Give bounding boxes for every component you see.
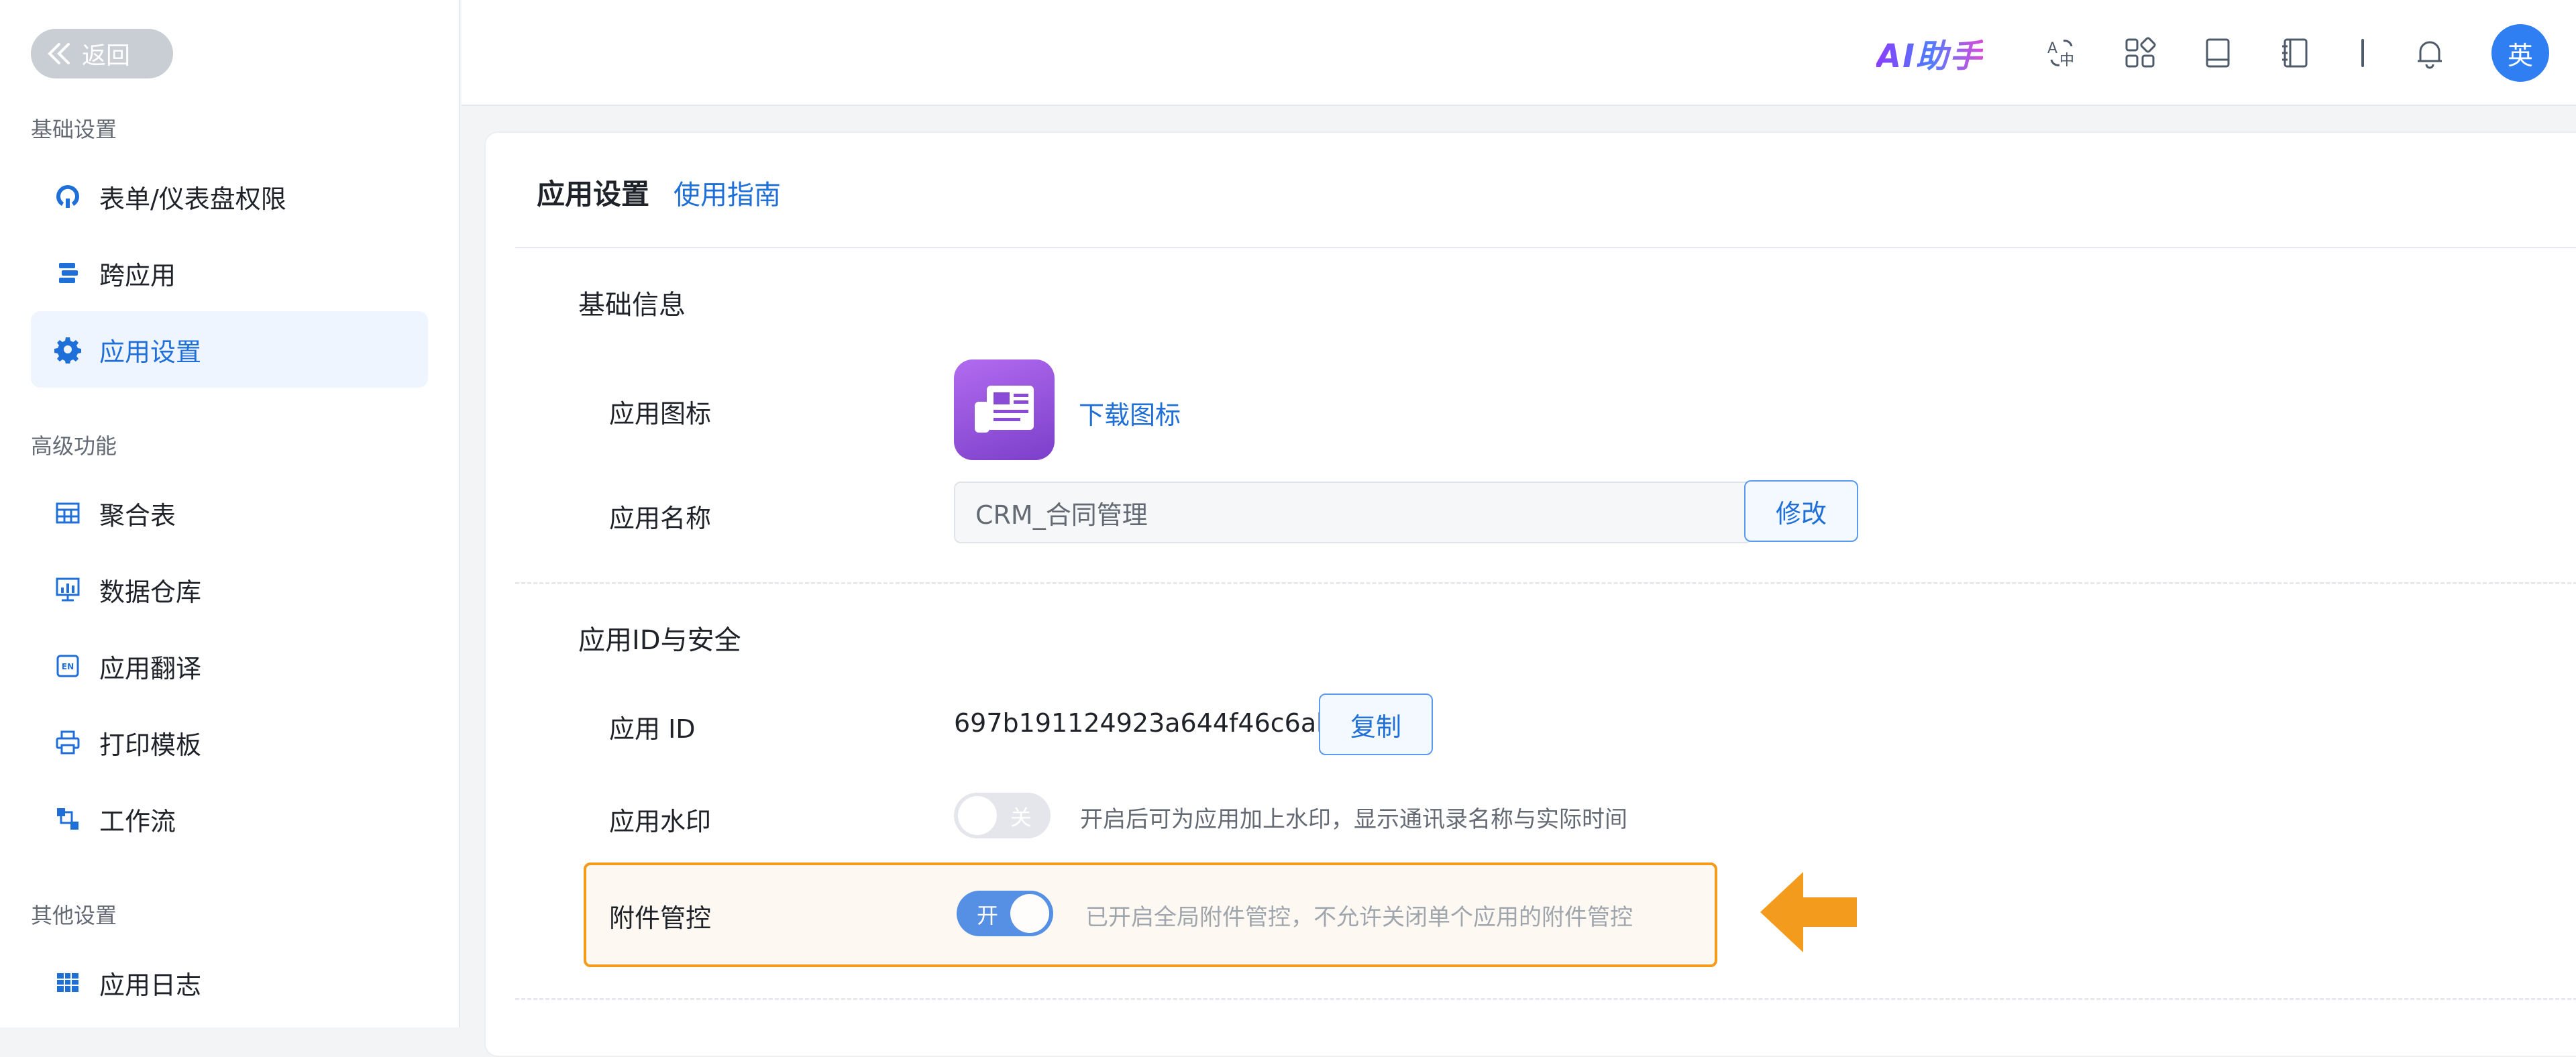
page-title: 应用设置	[537, 172, 649, 213]
sidebar-item-print-template[interactable]: 打印模板	[31, 704, 428, 781]
translate-en-icon: EN	[54, 652, 82, 680]
sidebar-item-cross-app[interactable]: 跨应用	[31, 235, 428, 311]
attachment-control-toggle[interactable]: 开	[957, 891, 1053, 936]
notebook-icon	[2278, 36, 2313, 70]
sidebar-item-label: 应用日志	[99, 964, 201, 1001]
toggle-knob	[1010, 894, 1049, 933]
app-name-input[interactable]	[954, 482, 1752, 543]
printer-icon	[54, 728, 82, 757]
group-title-basic: 基础设置	[31, 113, 117, 144]
svg-text:EN: EN	[62, 662, 74, 671]
newspaper-icon	[972, 382, 1036, 438]
apps-button[interactable]	[2120, 33, 2160, 73]
header-divider	[515, 247, 2576, 248]
notifications-button[interactable]	[2410, 33, 2450, 73]
log-grid-icon	[54, 968, 82, 997]
table-icon	[54, 499, 82, 527]
attachment-control-label: 附件管控	[609, 897, 711, 934]
sidebar-item-app-settings[interactable]: 应用设置	[31, 311, 428, 388]
arrow-left-icon	[1760, 872, 1857, 952]
sidebar-item-label: 应用设置	[99, 331, 201, 368]
sidebar-item-label: 应用翻译	[99, 648, 201, 685]
sidebar-item-workflow[interactable]: 工作流	[31, 781, 428, 857]
toggle-state-label: 开	[977, 899, 998, 930]
svg-text:中: 中	[2059, 52, 2074, 69]
watermark-label: 应用水印	[609, 801, 711, 838]
back-button-label: 返回	[82, 36, 130, 71]
app-id-value: 697b191124923a644f46c6ab	[954, 708, 1332, 738]
bell-icon	[2412, 36, 2447, 70]
download-icon-link[interactable]: 下载图标	[1079, 394, 1181, 431]
sidebar-item-label: 工作流	[99, 801, 176, 838]
section-title-security: 应用ID与安全	[578, 618, 741, 657]
sidebar-item-label: 打印模板	[99, 724, 201, 761]
section-divider	[515, 998, 2576, 1000]
app-name-label: 应用名称	[609, 498, 711, 535]
panel-header: 应用设置 使用指南	[537, 172, 781, 213]
translate-tool-button[interactable]: A中	[2042, 33, 2082, 73]
gear-icon	[54, 335, 82, 364]
app-settings-panel: 应用设置 使用指南 基础信息 应用图标 下载图标 应用名称 修改 应用ID与安全…	[484, 131, 2576, 1057]
toggle-knob	[958, 796, 997, 835]
watermark-hint: 开启后可为应用加上水印，显示通讯录名称与实际时间	[1080, 801, 1627, 834]
workflow-icon	[54, 805, 82, 833]
group-title-advanced: 高级功能	[31, 429, 117, 460]
copy-button[interactable]: 复制	[1319, 693, 1433, 755]
section-title-basic-info: 基础信息	[578, 283, 686, 322]
sidebar-item-permissions[interactable]: 表单/仪表盘权限	[31, 158, 428, 235]
top-toolbar: AI助手 A中 英	[1876, 0, 2549, 106]
app-icon-label: 应用图标	[609, 393, 711, 430]
sidebar-item-label: 数据仓库	[99, 571, 201, 608]
modify-button[interactable]: 修改	[1744, 480, 1858, 542]
sidebar-item-label: 表单/仪表盘权限	[99, 178, 286, 215]
back-button[interactable]: 返回	[31, 29, 173, 78]
avatar[interactable]: 英	[2491, 24, 2549, 82]
sidebar-item-app-translation[interactable]: EN 应用翻译	[31, 628, 428, 704]
sidebar-item-data-warehouse[interactable]: 数据仓库	[31, 551, 428, 628]
section-divider	[515, 582, 2576, 584]
sidebar-item-label: 聚合表	[99, 495, 176, 532]
watermark-toggle[interactable]: 关	[954, 793, 1051, 838]
cross-app-icon	[54, 259, 82, 287]
docs-button[interactable]	[2198, 33, 2238, 73]
translate-icon: A中	[2045, 36, 2080, 70]
toggle-state-label: 关	[1010, 801, 1032, 832]
ai-assistant-button[interactable]: AI助手	[1876, 30, 1983, 76]
top-bar: AI助手 A中 英	[462, 0, 2576, 106]
svg-text:A: A	[2047, 40, 2057, 57]
attachment-control-hint: 已开启全局附件管控，不允许关闭单个应用的附件管控	[1085, 899, 1633, 932]
book-icon	[2200, 36, 2235, 70]
sidebar-item-label: 跨应用	[99, 255, 176, 292]
data-warehouse-icon	[54, 575, 82, 604]
double-chevron-left-icon	[46, 42, 75, 66]
toolbar-divider	[2361, 39, 2364, 67]
apps-grid-icon	[2123, 36, 2157, 70]
permission-icon	[54, 182, 82, 211]
sidebar-item-app-log[interactable]: 应用日志	[31, 944, 428, 1021]
user-guide-link[interactable]: 使用指南	[674, 173, 781, 212]
group-title-other: 其他设置	[31, 899, 117, 930]
app-icon	[954, 359, 1055, 460]
sidebar-item-aggregate-table[interactable]: 聚合表	[31, 475, 428, 551]
app-id-label: 应用 ID	[609, 708, 696, 745]
sidebar: 返回 基础设置 表单/仪表盘权限 跨应用 应用设置 高级功能 聚合表 数据仓库	[0, 0, 460, 1027]
notebook-button[interactable]	[2275, 33, 2316, 73]
